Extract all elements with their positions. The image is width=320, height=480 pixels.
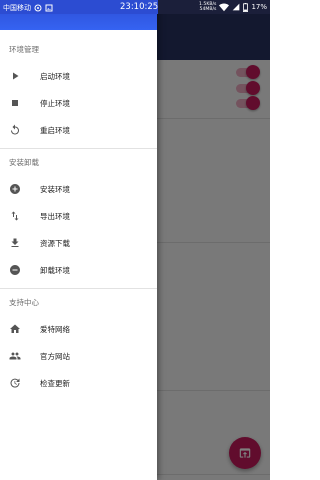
clock: 23:10:25 <box>120 2 159 12</box>
carrier-name: 中国移动 <box>3 4 31 12</box>
section-divider <box>0 288 157 289</box>
play-icon <box>13 72 19 80</box>
menu-item-label: 官方网站 <box>40 352 70 361</box>
menu-item-aite-network[interactable]: 爱特网络 <box>0 316 157 342</box>
remove-circle-icon <box>10 265 20 275</box>
menu-item-label: 停止环境 <box>40 99 70 108</box>
section-title-install-uninstall: 安装卸载 <box>9 158 39 167</box>
signal-icon <box>233 3 240 11</box>
menu-item-label: 重启环境 <box>40 126 70 135</box>
menu-item-stop-env[interactable]: 停止环境 <box>0 90 157 116</box>
update-icon <box>10 378 20 388</box>
section-title-env-management: 环境管理 <box>9 45 39 54</box>
image-icon <box>45 4 53 12</box>
menu-item-install-env[interactable]: 安装环境 <box>0 176 157 202</box>
menu-item-start-env[interactable]: 启动环境 <box>0 63 157 89</box>
menu-item-label: 爱特网络 <box>40 325 70 334</box>
wifi-icon <box>219 3 230 11</box>
network-speed-down: 54MB/s <box>199 7 217 12</box>
people-icon <box>9 352 21 360</box>
menu-item-label: 安装环境 <box>40 185 70 194</box>
download-icon <box>11 238 19 247</box>
section-title-support-center: 支持中心 <box>9 298 39 307</box>
status-bar: 中国移动 23:10:25 1.5KB/s 54MB/s 17% <box>0 0 270 14</box>
menu-item-label: 卸载环境 <box>40 266 70 275</box>
network-speed: 1.5KB/s 54MB/s <box>199 2 216 12</box>
menu-item-official-website[interactable]: 官方网站 <box>0 343 157 369</box>
menu-item-export-env[interactable]: 导出环境 <box>0 203 157 229</box>
restart-icon <box>11 124 19 135</box>
menu-item-resource-download[interactable]: 资源下载 <box>0 230 157 256</box>
menu-item-restart-env[interactable]: 重启环境 <box>0 117 157 143</box>
menu-item-label: 启动环境 <box>40 72 70 81</box>
battery-icon <box>243 2 249 12</box>
menu-item-uninstall-env[interactable]: 卸载环境 <box>0 257 157 283</box>
swap-vertical-icon <box>11 211 19 221</box>
menu-item-check-update[interactable]: 检查更新 <box>0 370 157 396</box>
battery-percent: 17% <box>251 3 267 11</box>
home-icon <box>10 324 20 333</box>
menu-item-label: 导出环境 <box>40 212 70 221</box>
section-divider <box>0 148 157 149</box>
menu-item-label: 检查更新 <box>40 379 70 388</box>
menu-item-label: 资源下载 <box>40 239 70 248</box>
navigation-drawer: 环境管理 启动环境 停止环境 重启环境 安装卸载 安装环境 导出环境 资源下载 … <box>0 0 157 480</box>
sync-icon <box>34 4 42 12</box>
stop-icon <box>12 100 18 106</box>
add-circle-icon <box>10 184 20 194</box>
